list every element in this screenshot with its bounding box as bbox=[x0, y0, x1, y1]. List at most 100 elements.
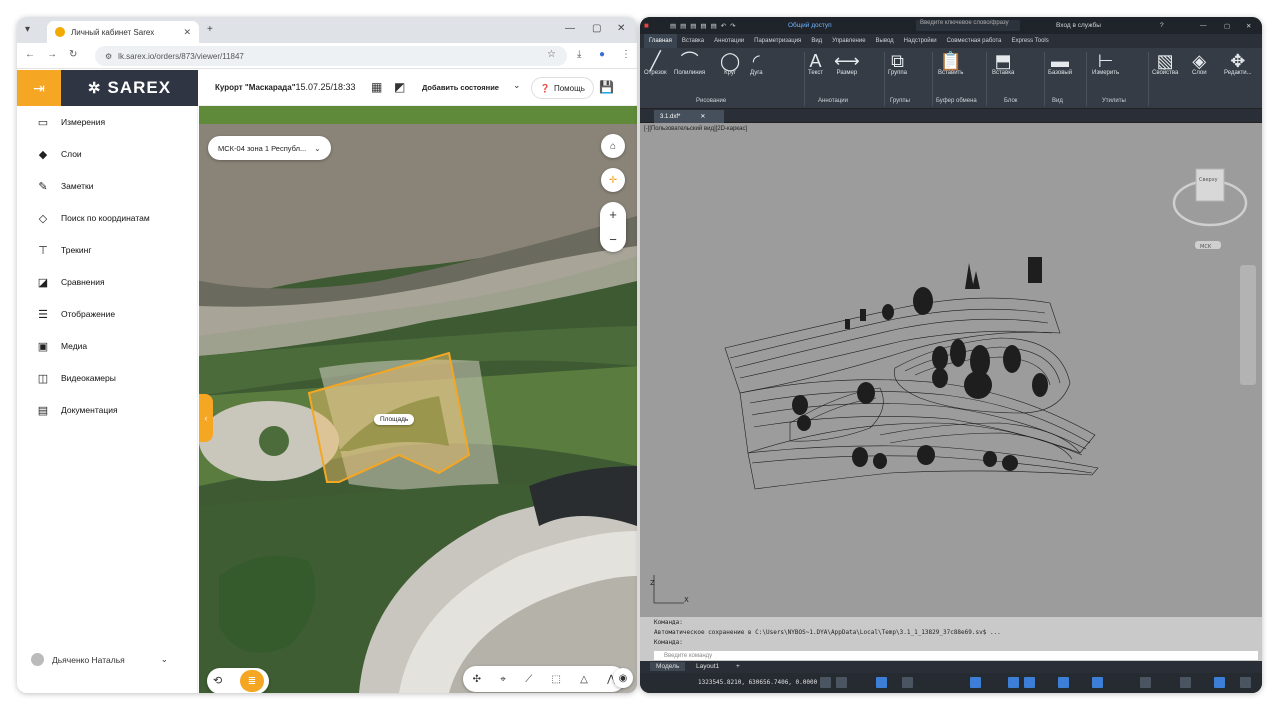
viewcube-top-label[interactable]: Сверху bbox=[1199, 177, 1218, 183]
download-icon[interactable]: ⤓ bbox=[577, 49, 581, 60]
tab-home[interactable]: Главная bbox=[644, 34, 677, 48]
maximize-icon[interactable]: ▢ bbox=[1224, 22, 1230, 30]
sidebar-item-notes[interactable]: ✎ Заметки bbox=[17, 174, 198, 198]
reload-icon[interactable]: ↻ bbox=[69, 49, 77, 60]
paste-tool[interactable]: 📋 Вставить bbox=[938, 52, 963, 76]
maximize-icon[interactable]: ▢ bbox=[592, 23, 601, 34]
bookmark-star-icon[interactable]: ☆ bbox=[547, 49, 556, 60]
close-window-icon[interactable]: ✕ bbox=[617, 23, 625, 34]
quick-access-icons[interactable]: ▤▤▤▤▤↶↷ bbox=[670, 22, 740, 30]
map-view[interactable]: МСК-04 зона 1 Республ... ⌄ ⌂ ✛ + − ‹ Площ… bbox=[199, 106, 637, 693]
sidebar-item-tracking[interactable]: ⊤ Трекинг bbox=[17, 238, 198, 262]
grid-toggle-icon[interactable] bbox=[820, 677, 831, 688]
sidebar-item-cameras[interactable]: ◫ Видеокамеры bbox=[17, 366, 198, 390]
sarex-logo[interactable]: ✲ SAREX bbox=[61, 70, 198, 106]
workspace-gear-icon[interactable] bbox=[1140, 677, 1151, 688]
add-layout-icon[interactable]: + bbox=[730, 662, 746, 671]
drawing-viewport[interactable]: [-][Пользовательский вид][2D-каркас] Z X… bbox=[640, 123, 1262, 617]
tab-search-icon[interactable]: ▾ bbox=[25, 24, 30, 35]
annotation-scale-icon[interactable] bbox=[1092, 677, 1103, 688]
selection-cycle-icon[interactable] bbox=[1058, 677, 1069, 688]
sidebar-item-coord-search[interactable]: ◇ Поиск по координатам bbox=[17, 206, 198, 230]
close-tab-icon[interactable]: ✕ bbox=[183, 27, 191, 38]
tab-view[interactable]: Вид bbox=[806, 34, 827, 48]
polygon-tool-icon[interactable]: ⬚ bbox=[551, 674, 560, 685]
viewport-controls[interactable]: [-][Пользовательский вид][2D-каркас] bbox=[644, 126, 747, 132]
site-info-icon[interactable]: ⚙ bbox=[105, 52, 112, 61]
forward-icon[interactable]: → bbox=[47, 49, 57, 60]
group-clipboard[interactable]: Буфер обмена bbox=[936, 98, 977, 104]
logout-button[interactable]: ⇥ bbox=[17, 70, 61, 106]
group-annotation[interactable]: Аннотации bbox=[818, 98, 848, 104]
sidebar-item-measurements[interactable]: ▭ Измерения bbox=[17, 110, 198, 134]
command-input[interactable]: Введите команду bbox=[654, 651, 1258, 660]
line-tool-icon[interactable]: ⟋ bbox=[525, 674, 532, 685]
help-icon[interactable]: ? bbox=[1160, 22, 1164, 29]
user-menu[interactable]: Дьяченко Наталья ⌄ bbox=[31, 653, 168, 666]
tab-collaborate[interactable]: Совместная работа bbox=[942, 34, 1007, 48]
zoom-out-button[interactable]: − bbox=[600, 227, 626, 252]
rotate-icon[interactable]: ⟲ bbox=[213, 674, 222, 687]
circle-tool[interactable]: ◯ Круг bbox=[720, 52, 740, 76]
wcs-label[interactable]: МСК bbox=[1200, 244, 1212, 250]
browser-tab[interactable]: Личный кабинет Sarex ✕ bbox=[47, 21, 199, 43]
tab-manage[interactable]: Управление bbox=[827, 34, 870, 48]
polyline-tool[interactable]: ⌒ Полилиния bbox=[674, 52, 705, 76]
url-field[interactable]: ⚙ lk.sarex.io/orders/873/viewer/11847 bbox=[95, 46, 567, 66]
base-tool[interactable]: ▬ Базовый bbox=[1048, 52, 1072, 76]
share-button[interactable]: Общий доступ bbox=[788, 22, 832, 29]
chevron-down-icon[interactable]: ⌄ bbox=[513, 80, 521, 91]
sidebar-item-docs[interactable]: ▤ Документация bbox=[17, 398, 198, 422]
arc-tool[interactable]: ◜ Дуга bbox=[750, 52, 763, 76]
crs-select[interactable]: МСК-04 зона 1 Республ... ⌄ bbox=[208, 136, 331, 160]
help-button[interactable]: ❓ Помощь bbox=[531, 77, 594, 99]
measure-tool[interactable]: ⊢ Измерить bbox=[1092, 52, 1119, 76]
modify-tool[interactable]: ✥ Редакти... bbox=[1224, 52, 1252, 76]
group-utilities[interactable]: Утилиты bbox=[1102, 98, 1126, 104]
profile-icon[interactable]: ● bbox=[599, 49, 605, 60]
browser-menu-icon[interactable]: ⋮ bbox=[621, 49, 631, 60]
add-state-button[interactable]: Добавить состояние bbox=[422, 83, 499, 92]
calendar-icon[interactable]: ▦ bbox=[371, 80, 382, 94]
object-title[interactable]: Курорт "Маскарада"15.07.25/18:33 bbox=[215, 82, 356, 92]
lineweight-toggle-icon[interactable] bbox=[1024, 677, 1035, 688]
minimize-icon[interactable]: — bbox=[1200, 22, 1207, 29]
tab-layout1[interactable]: Layout1 bbox=[690, 662, 725, 671]
tab-output[interactable]: Вывод bbox=[871, 34, 899, 48]
signin-button[interactable]: Вход в службы bbox=[1056, 22, 1101, 29]
home-button[interactable]: ⌂ bbox=[601, 134, 625, 158]
sidebar-item-layers[interactable]: ◆ Слои bbox=[17, 142, 198, 166]
sidebar-item-compare[interactable]: ◪ Сравнения bbox=[17, 270, 198, 294]
tab-parametric[interactable]: Параметризация bbox=[749, 34, 806, 48]
layers-toggle-button[interactable]: ≣ bbox=[240, 670, 264, 692]
line-tool[interactable]: ╱ Отрезок bbox=[644, 52, 667, 76]
otrack-toggle-icon[interactable] bbox=[1008, 677, 1019, 688]
osnap-toggle-icon[interactable] bbox=[970, 677, 981, 688]
isolate-objects-icon[interactable] bbox=[1180, 677, 1191, 688]
minimize-icon[interactable]: — bbox=[565, 23, 575, 34]
doc-tab[interactable]: 3.1.dxf* ✕ bbox=[654, 110, 724, 123]
search-field[interactable]: Введите ключевое слово/фразу bbox=[916, 20, 1020, 31]
tab-express[interactable]: Express Tools bbox=[1007, 34, 1054, 48]
ortho-toggle-icon[interactable] bbox=[876, 677, 887, 688]
collapse-sidebar-button[interactable]: ‹ bbox=[199, 394, 213, 442]
compare-states-icon[interactable]: ◩ bbox=[394, 80, 405, 94]
sidebar-item-media[interactable]: ▣ Медиа bbox=[17, 334, 198, 358]
tab-annotate[interactable]: Аннотации bbox=[709, 34, 749, 48]
tab-addins[interactable]: Надстройки bbox=[899, 34, 942, 48]
tab-model[interactable]: Модель bbox=[650, 662, 686, 671]
customize-menu-icon[interactable] bbox=[1240, 677, 1251, 688]
new-tab-icon[interactable]: + bbox=[207, 24, 213, 35]
locate-button[interactable]: ✛ bbox=[601, 168, 625, 192]
polar-toggle-icon[interactable] bbox=[902, 677, 913, 688]
fullscreen-icon[interactable] bbox=[1214, 677, 1225, 688]
back-icon[interactable]: ← bbox=[25, 49, 35, 60]
layers-tool[interactable]: ◈ Слои bbox=[1192, 52, 1207, 76]
snap-toggle-icon[interactable] bbox=[836, 677, 847, 688]
move-icon[interactable]: ✣ bbox=[473, 674, 481, 685]
group-block[interactable]: Блок bbox=[1004, 98, 1017, 104]
insert-tool[interactable]: ⬒ Вставка bbox=[992, 52, 1014, 76]
app-logo-icon[interactable]: ■ bbox=[644, 21, 649, 30]
polygon-label[interactable]: Площадь bbox=[374, 414, 415, 425]
pin-icon[interactable]: ⌖ bbox=[500, 674, 506, 685]
